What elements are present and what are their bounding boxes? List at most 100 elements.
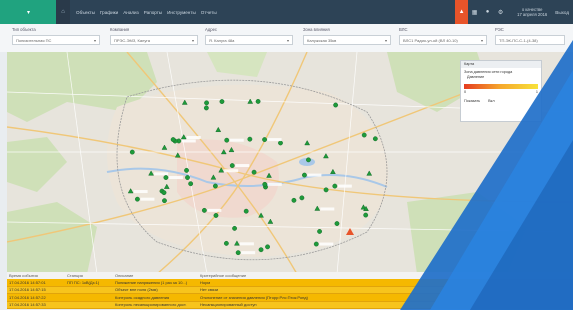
col-message[interactable]: Критерийное сообщение	[200, 273, 573, 278]
col-description[interactable]: Описание	[115, 273, 200, 278]
station-marker[interactable]	[299, 195, 305, 201]
station-marker[interactable]	[201, 207, 207, 213]
station-marker[interactable]	[243, 208, 249, 214]
station-marker[interactable]	[333, 102, 339, 108]
station-marker[interactable]	[291, 197, 297, 203]
station-marker[interactable]	[235, 250, 241, 256]
station-marker[interactable]	[265, 244, 270, 250]
station-marker[interactable]	[313, 241, 319, 247]
menu-item-tools[interactable]: Инструменты	[167, 10, 196, 15]
menu-item-reports[interactable]: Рапорты	[144, 10, 162, 15]
filter-value: Калужская 35кв	[307, 38, 337, 43]
filter-label: Компания	[110, 27, 130, 32]
station-marker[interactable]	[163, 175, 169, 180]
station-marker[interactable]	[262, 181, 268, 187]
station-marker[interactable]	[278, 140, 283, 146]
station-marker[interactable]	[255, 99, 261, 104]
station-marker[interactable]	[363, 212, 369, 218]
menu-item-documents[interactable]: Отчеты	[201, 10, 217, 15]
station-marker[interactable]	[204, 100, 209, 106]
show-label: Показать	[464, 99, 481, 103]
chevron-down-icon: ▾	[191, 38, 194, 43]
station-marker[interactable]	[162, 198, 167, 204]
station-marker[interactable]	[223, 240, 229, 246]
station-marker[interactable]	[332, 183, 338, 189]
station-label	[229, 138, 244, 142]
station-marker[interactable]	[224, 137, 230, 143]
map-view[interactable]: Карта Зона давления сети города Давление…	[7, 52, 573, 274]
station-label	[267, 182, 282, 186]
station-marker[interactable]	[188, 181, 194, 187]
cell-station: ПП ПС: 1кВ(Дз:1)	[67, 279, 100, 285]
station-marker[interactable]	[323, 187, 329, 193]
station-marker[interactable]	[212, 183, 218, 189]
station-marker[interactable]	[361, 132, 367, 138]
station-label	[224, 169, 239, 173]
station-marker[interactable]	[262, 137, 267, 142]
app-logo[interactable]: ▾	[0, 0, 56, 24]
date-line-2: 17 апреля 2016	[517, 12, 548, 17]
home-icon[interactable]: ⌂	[56, 0, 70, 24]
show-toggle[interactable]: Вкл	[488, 99, 494, 103]
settings-icon[interactable]: ⚙	[494, 0, 507, 24]
table-row[interactable]: 17.04.2016 14:57:15 Объект вне поля (2мм…	[7, 286, 573, 294]
station-marker[interactable]	[372, 136, 378, 142]
station-marker[interactable]	[129, 149, 135, 155]
station-label	[267, 138, 282, 142]
station-marker[interactable]	[251, 169, 257, 175]
station-marker[interactable]	[229, 163, 235, 168]
station-marker[interactable]	[213, 213, 219, 218]
station-marker[interactable]	[203, 105, 209, 111]
station-marker[interactable]	[170, 137, 176, 142]
filter-label: Тип объекта	[12, 27, 36, 32]
station-marker[interactable]	[258, 247, 264, 253]
station-label	[168, 176, 183, 180]
menu-item-charts[interactable]: Графики	[100, 10, 118, 15]
cell-description: Понижение напряжения (1 раз за 10...)	[115, 279, 188, 285]
cell-message: Норм	[200, 279, 211, 285]
col-station[interactable]: Станция	[67, 273, 115, 278]
filter-select[interactable]: Калужская 35кв ▾	[303, 35, 391, 45]
station-marker[interactable]	[161, 190, 167, 196]
cell-time: 17.04.2016 14:57:22	[9, 294, 46, 300]
filter-value: ТП-ЭК-ПС-С-1-(4-38)	[499, 38, 538, 43]
legend-title: Карта	[461, 61, 541, 68]
chevron-down-icon: ▾	[93, 38, 96, 43]
station-marker[interactable]	[184, 167, 189, 173]
station-marker[interactable]	[317, 229, 322, 234]
grid-icon[interactable]: ▦	[468, 0, 481, 24]
station-label	[186, 136, 201, 140]
station-label	[133, 190, 148, 194]
table-row[interactable]: 17.04.2016 14:57:33 Контроль несанкциони…	[7, 301, 573, 309]
menu-item-objects[interactable]: Объекты	[76, 10, 95, 15]
station-marker[interactable]	[302, 172, 307, 178]
filter-label: ВЛС	[399, 27, 408, 32]
station-marker[interactable]	[219, 99, 225, 104]
station-marker[interactable]	[334, 221, 340, 226]
col-time[interactable]: Время события	[7, 273, 67, 278]
filter-value: ВЛС1 Радио-ул-ой (ВЛ 40-10)	[403, 38, 458, 43]
station-marker[interactable]	[135, 196, 140, 202]
station-marker[interactable]	[185, 175, 190, 180]
legend-pressure-label: Давление	[467, 75, 485, 79]
filter-select[interactable]: Понизительная ПС ▾	[12, 35, 100, 45]
station-label	[207, 208, 222, 212]
station-marker[interactable]	[247, 136, 253, 142]
cell-message: Отклонение от значения давления (Пторр:Р…	[200, 294, 308, 300]
filter-select[interactable]: ТП-ЭК-ПС-С-1-(4-38)	[495, 35, 565, 45]
alert-icon[interactable]: ▲	[455, 0, 469, 24]
exit-button[interactable]: Выход	[555, 10, 569, 15]
station-marker[interactable]	[306, 157, 311, 163]
filter-select[interactable]: Я. Калуга 48а ▾	[205, 35, 293, 45]
menu-item-analysis[interactable]: Анализ	[123, 10, 139, 15]
user-icon[interactable]: ●	[481, 0, 494, 24]
station-label	[320, 207, 335, 211]
station-marker[interactable]	[232, 225, 237, 231]
table-row[interactable]: 17.04.2016 14:57:01 ПП ПС: 1кВ(Дз:1) Пон…	[7, 279, 573, 287]
table-row[interactable]: 17.04.2016 14:57:22 Контроль осадного да…	[7, 294, 573, 302]
chevron-down-icon: ▾	[480, 38, 483, 43]
filter-company: Компания ПРЭС-ЭМЗ, Калуга ▾	[110, 27, 198, 45]
filter-select[interactable]: ПРЭС-ЭМЗ, Калуга ▾	[110, 35, 198, 45]
station-label	[307, 173, 322, 177]
filter-select[interactable]: ВЛС1 Радио-ул-ой (ВЛ 40-10) ▾	[399, 35, 487, 45]
